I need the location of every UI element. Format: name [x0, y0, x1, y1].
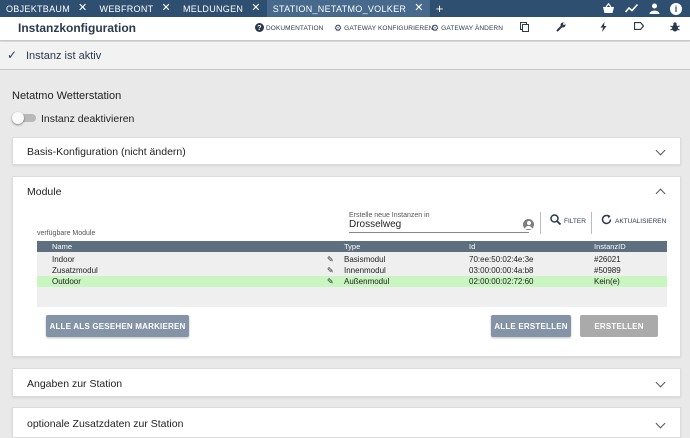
tab-webfront[interactable]: WEBFRONT ✕ — [94, 0, 177, 17]
tab-meldungen[interactable]: MELDUNGEN ✕ — [177, 0, 267, 17]
documentation-button[interactable]: ? DOKUMENTATION — [255, 23, 323, 34]
divider — [591, 212, 592, 234]
cell-type: Basismodul — [344, 255, 386, 264]
column-header-type[interactable]: Type — [344, 242, 360, 251]
filter-label: FILTER — [564, 217, 586, 225]
cell-instance: Kein(e) — [594, 277, 620, 286]
tag-icon[interactable] — [633, 21, 645, 33]
page-header: Instanzkonfiguration ? DOKUMENTATION ⚙ G… — [0, 17, 690, 41]
panel-title: Basis-Konfiguration (nicht ändern) — [27, 146, 186, 158]
available-modules-label: verfügbare Module — [37, 230, 96, 237]
instance-toggle[interactable] — [12, 112, 36, 124]
status-text: Instanz ist aktiv — [26, 50, 102, 62]
flash-icon[interactable] — [597, 22, 609, 35]
edit-icon[interactable]: ✎ — [327, 266, 334, 275]
wrench-icon[interactable] — [555, 22, 567, 35]
cell-id: 70:ee:50:02:4e:3e — [469, 255, 534, 264]
info-icon[interactable]: i — [670, 2, 682, 15]
divider — [540, 212, 541, 234]
column-header-id[interactable]: Id — [469, 242, 475, 251]
help-icon: ? — [255, 23, 264, 34]
mark-all-seen-button[interactable]: ALLE ALS GESEHEN MARKIEREN — [46, 315, 189, 337]
search-icon — [550, 214, 562, 228]
top-toolbar: i — [601, 0, 690, 17]
status-bar: ✓ Instanz ist aktiv — [0, 42, 690, 70]
tab-objektbaum[interactable]: OBJEKTBAUM ✕ — [0, 0, 94, 17]
configure-gateway-label: GATEWAY KONFIGURIEREN — [344, 25, 434, 32]
optional-data-panel[interactable]: optionale Zusatzdaten zur Station — [12, 407, 681, 438]
tab-label: OBJEKTBAUM — [6, 3, 71, 14]
copy-icon[interactable] — [518, 22, 530, 35]
modules-table: Name Type Id InstanzID Indoor ✎ Basismod… — [37, 241, 667, 307]
page-title: Instanzkonfiguration — [18, 21, 136, 35]
close-icon[interactable]: ✕ — [414, 3, 424, 14]
filter-button[interactable]: FILTER — [550, 214, 586, 228]
tab-label: STATION_NETATMO_VOLKER — [272, 3, 407, 14]
toggle-label: Instanz deaktivieren — [41, 113, 135, 125]
module-panel: Module Erstelle neue Instanzen in Drosse… — [12, 176, 681, 357]
tab-label: WEBFRONT — [99, 3, 154, 14]
documentation-label: DOKUMENTATION — [266, 25, 324, 32]
chevron-up-icon[interactable] — [655, 188, 666, 199]
svg-text:?: ? — [257, 25, 261, 32]
edit-icon[interactable]: ✎ — [327, 277, 334, 286]
cell-name: Zusatzmodul — [52, 266, 98, 275]
refresh-icon — [601, 214, 612, 228]
tab-station-netatmo-volker[interactable]: STATION_NETATMO_VOLKER ✕ — [266, 0, 430, 17]
column-header-name[interactable]: Name — [52, 242, 72, 251]
tab-bar: OBJEKTBAUM ✕ WEBFRONT ✕ MELDUNGEN ✕ STAT… — [0, 0, 690, 17]
activity-icon[interactable] — [624, 2, 638, 16]
cell-instance: #50989 — [594, 266, 621, 275]
create-all-button[interactable]: ALLE ERSTELLEN — [491, 315, 571, 337]
cell-name: Outdoor — [52, 277, 81, 286]
create-button[interactable]: ERSTELLEN — [580, 315, 658, 337]
refresh-label: AKTUALISIEREN — [615, 217, 667, 225]
cell-instance: #26021 — [594, 255, 621, 264]
gear-icon: ⚙ — [431, 23, 440, 33]
panel-title: Module — [27, 186, 62, 198]
bug-icon[interactable] — [669, 22, 681, 35]
cell-type: Außenmodul — [344, 277, 390, 286]
station-info-panel[interactable]: Angaben zur Station — [12, 368, 681, 397]
change-gateway-label: GATEWAY ÄNDERN — [441, 25, 504, 32]
check-icon: ✓ — [7, 48, 18, 62]
panel-title: Angaben zur Station — [27, 378, 123, 390]
add-tab-icon[interactable]: + — [430, 0, 450, 17]
refresh-button[interactable]: AKTUALISIEREN — [601, 214, 666, 228]
edit-icon[interactable]: ✎ — [327, 255, 334, 264]
person-icon[interactable] — [647, 2, 661, 16]
close-icon[interactable]: ✕ — [251, 3, 261, 14]
chevron-down-icon[interactable] — [655, 377, 666, 388]
table-header: Name Type Id InstanzID — [37, 241, 667, 252]
change-gateway-button[interactable]: ⚙ GATEWAY ÄNDERN — [431, 23, 503, 34]
user-icon[interactable] — [523, 219, 534, 230]
table-row[interactable]: Outdoor ✎ Außenmodul 02:00:00:02:72:60 K… — [37, 276, 667, 287]
basket-icon[interactable] — [601, 2, 615, 16]
column-header-instance[interactable]: InstanzID — [594, 242, 626, 251]
cell-type: Innenmodul — [344, 266, 386, 275]
instance-title: Netatmo Wetterstation — [12, 90, 122, 102]
gear-icon: ⚙ — [334, 23, 343, 33]
chevron-down-icon[interactable] — [655, 145, 666, 156]
cell-id: 02:00:00:02:72:60 — [469, 277, 534, 286]
toggle-knob — [12, 112, 24, 124]
table-row[interactable]: Zusatzmodul ✎ Innenmodul 03:00:00:00:4a:… — [37, 265, 667, 276]
close-icon[interactable]: ✕ — [78, 3, 88, 14]
create-instances-field[interactable]: Drosselweg — [349, 217, 529, 233]
configure-gateway-button[interactable]: ⚙ GATEWAY KONFIGURIEREN — [334, 23, 433, 34]
close-icon[interactable]: ✕ — [161, 3, 171, 14]
cell-id: 03:00:00:00:4a:b8 — [469, 266, 534, 275]
table-row[interactable]: Indoor ✎ Basismodul 70:ee:50:02:4e:3e #2… — [37, 254, 667, 265]
cell-name: Indoor — [52, 255, 75, 264]
basis-config-panel[interactable]: Basis-Konfiguration (nicht ändern) — [12, 137, 681, 165]
chevron-down-icon[interactable] — [655, 418, 666, 429]
panel-title: optionale Zusatzdaten zur Station — [27, 418, 184, 430]
tab-label: MELDUNGEN — [182, 3, 244, 14]
